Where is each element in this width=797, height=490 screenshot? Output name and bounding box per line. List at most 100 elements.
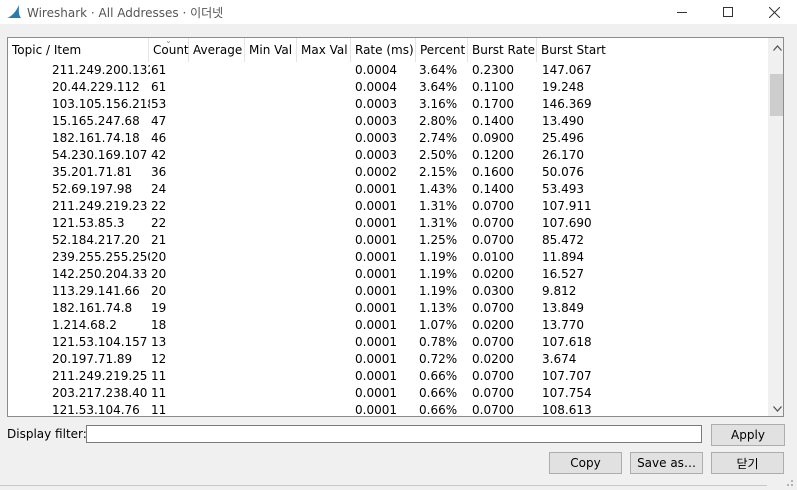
table-cell: 0.1400: [472, 182, 514, 196]
table-cell: 46: [151, 131, 167, 145]
table-cell: [247, 113, 297, 130]
table-cell: 3.64%: [419, 63, 458, 77]
maximize-button[interactable]: [705, 0, 751, 24]
close-button[interactable]: 닫기: [711, 452, 784, 474]
table-cell: 0.0001: [355, 199, 397, 213]
table-cell: 0.2300: [472, 63, 514, 77]
table-row[interactable]: 20.44.229.112 61 0.0004 3.64% 0.1100 19.248: [8, 79, 768, 96]
table-cell: 11.894: [542, 250, 584, 264]
column-header-average[interactable]: Average: [189, 38, 245, 62]
table-row[interactable]: 1.214.68.2 18 0.0001 1.07% 0.0200 13.770: [8, 317, 768, 334]
column-header-burst-rate[interactable]: Burst Rate: [468, 38, 537, 62]
table-cell: 0.0001: [355, 216, 397, 230]
column-header-rate[interactable]: Rate (ms): [351, 38, 416, 62]
table-row[interactable]: 52.184.217.20 21 0.0001 1.25% 0.0700 85.472: [8, 232, 768, 249]
table-cell: 13: [151, 335, 167, 349]
column-header-count[interactable]: ⌄ Count: [149, 38, 189, 62]
table-row[interactable]: 182.161.74.8 19 0.0001 1.13% 0.0700 13.849: [8, 300, 768, 317]
scroll-up-button[interactable]: [769, 38, 783, 55]
table-cell: [299, 96, 351, 113]
column-header-percent[interactable]: Percent: [416, 38, 468, 62]
table-cell: 0.0200: [472, 267, 514, 281]
table-cell: [299, 368, 351, 385]
table-cell: [299, 113, 351, 130]
table-row[interactable]: 52.69.197.98 24 0.0001 1.43% 0.1400 53.493: [8, 181, 768, 198]
table-row[interactable]: 239.255.255.250 20 0.0001 1.19% 0.0100 11.894: [8, 249, 768, 266]
table-cell: 146.369: [542, 97, 592, 111]
table-cell: [299, 147, 351, 164]
apply-button[interactable]: Apply: [711, 424, 785, 446]
table-row[interactable]: 203.217.238.40 11 0.0001 0.66% 0.0700 107.754: [8, 385, 768, 402]
table-cell: 0.66%: [419, 386, 458, 400]
table-row[interactable]: 113.29.141.66 20 0.0001 1.19% 0.0300 9.812: [8, 283, 768, 300]
minimize-button[interactable]: [659, 0, 705, 24]
vertical-scrollbar[interactable]: [768, 38, 783, 416]
table-cell: [247, 198, 297, 215]
table-row[interactable]: 121.53.104.76 11 0.0001 0.66% 0.0700 108.613: [8, 402, 768, 416]
table-row[interactable]: 121.53.104.157 13 0.0001 0.78% 0.0700 107.618: [8, 334, 768, 351]
column-header-count-label: Count: [153, 43, 189, 57]
table-cell: [191, 96, 245, 113]
table-cell: 0.0003: [355, 114, 397, 128]
column-header-topic[interactable]: Topic / Item: [8, 38, 149, 62]
table-cell: 0.0700: [472, 369, 514, 383]
table-row[interactable]: 20.197.71.89 12 0.0001 0.72% 0.0200 3.674: [8, 351, 768, 368]
table-cell: 50.076: [542, 165, 584, 179]
table-cell: 0.0004: [355, 63, 397, 77]
table-cell: 0.1100: [472, 80, 514, 94]
table-cell: 0.0001: [355, 284, 397, 298]
table-row[interactable]: 211.249.200.132 61 0.0004 3.64% 0.2300 147.06…: [8, 62, 768, 79]
table-cell: [191, 300, 245, 317]
column-header-burst-start[interactable]: Burst Start: [537, 38, 768, 62]
table-cell: 22: [151, 199, 167, 213]
scroll-down-button[interactable]: [769, 399, 783, 416]
close-window-button[interactable]: [751, 0, 797, 24]
table-cell: 61: [151, 63, 167, 77]
table-cell: [191, 232, 245, 249]
table-cell: 0.78%: [419, 335, 458, 349]
table-cell: 1.31%: [419, 199, 458, 213]
table-cell: 0.66%: [419, 369, 458, 383]
column-header-max-val[interactable]: Max Val: [297, 38, 351, 62]
table-row[interactable]: 121.53.85.3 22 0.0001 1.31% 0.0700 107.690: [8, 215, 768, 232]
table-cell: 0.0003: [355, 148, 397, 162]
statistics-tree[interactable]: Topic / Item ⌄ Count Average Min Val Max…: [7, 37, 784, 417]
table-cell: 1.25%: [419, 233, 458, 247]
save-as-button[interactable]: Save as…: [630, 452, 703, 474]
table-cell: 0.0001: [355, 352, 397, 366]
table-cell: 20: [151, 250, 167, 264]
display-filter-input[interactable]: [86, 425, 702, 443]
table-row[interactable]: 15.165.247.68 47 0.0003 2.80% 0.1400 13.490: [8, 113, 768, 130]
table-cell: [299, 385, 351, 402]
table-cell: 0.0003: [355, 97, 397, 111]
table-row[interactable]: 211.249.219.25 11 0.0001 0.66% 0.0700 107.707: [8, 368, 768, 385]
table-cell: 2.80%: [419, 114, 458, 128]
table-cell: 15.165.247.68: [52, 114, 140, 128]
table-cell: [299, 215, 351, 232]
table-cell: 22: [151, 216, 167, 230]
table-cell: 107.690: [542, 216, 592, 230]
table-row[interactable]: 103.105.156.218 53 0.0003 3.16% 0.1700 146.36…: [8, 96, 768, 113]
column-header-min-val[interactable]: Min Val: [245, 38, 297, 62]
scroll-thumb[interactable]: [770, 74, 783, 116]
table-cell: 0.0100: [472, 250, 514, 264]
table-cell: 20.44.229.112: [52, 80, 140, 94]
table-cell: [299, 232, 351, 249]
table-cell: [247, 249, 297, 266]
table-cell: [299, 249, 351, 266]
table-row[interactable]: 142.250.204.33 20 0.0001 1.19% 0.0200 16.527: [8, 266, 768, 283]
resize-grip-icon[interactable]: [780, 475, 794, 487]
table-cell: [191, 62, 245, 79]
table-cell: 142.250.204.33: [52, 267, 148, 281]
sort-descending-icon: ⌄: [165, 37, 172, 45]
table-row[interactable]: 35.201.71.81 36 0.0002 2.15% 0.1600 50.076: [8, 164, 768, 181]
title-bar[interactable]: Wireshark · All Addresses · 이더넷: [0, 0, 797, 24]
copy-button[interactable]: Copy: [549, 452, 622, 474]
table-row[interactable]: 211.249.219.23 22 0.0001 1.31% 0.0700 107.911: [8, 198, 768, 215]
table-row[interactable]: 182.161.74.18 46 0.0003 2.74% 0.0900 25.496: [8, 130, 768, 147]
table-cell: [247, 351, 297, 368]
table-cell: [247, 79, 297, 96]
table-cell: [299, 351, 351, 368]
table-cell: 0.0700: [472, 199, 514, 213]
table-row[interactable]: 54.230.169.107 42 0.0003 2.50% 0.1200 26.170: [8, 147, 768, 164]
